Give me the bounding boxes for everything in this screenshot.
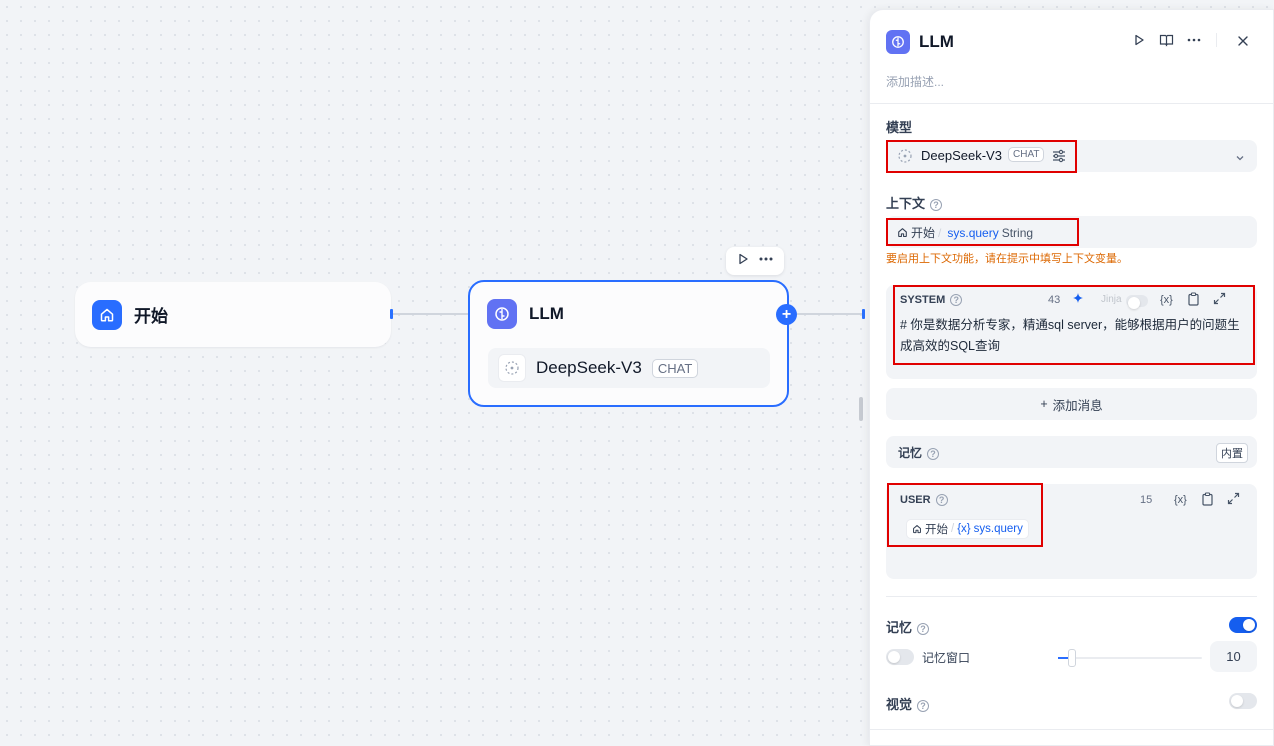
more-icon[interactable] xyxy=(758,252,774,271)
slider-handle[interactable] xyxy=(1068,649,1076,667)
user-token-count: 15 xyxy=(1140,494,1153,506)
memory-window-input[interactable]: 10 xyxy=(1210,641,1257,672)
node-toolbar xyxy=(726,247,784,275)
add-next-node-button[interactable]: + xyxy=(776,304,797,325)
edge-start-llm xyxy=(393,313,469,315)
model-provider-icon xyxy=(498,354,526,382)
llm-node-mode-badge: CHAT xyxy=(651,358,699,378)
context-warning: 要启用上下文功能，请在提示中填写上下文变量。 xyxy=(886,253,1128,265)
add-message-label: 添加消息 xyxy=(1052,398,1103,413)
highlight-model xyxy=(886,140,1077,173)
edge-llm-next xyxy=(797,313,863,315)
llm-node[interactable]: LLM DeepSeek-V3 CHAT xyxy=(468,280,789,407)
start-node-title: 开始 xyxy=(134,307,168,326)
run-step-icon[interactable] xyxy=(1132,33,1146,52)
description-input[interactable]: 添加描述... xyxy=(886,73,944,90)
panel-title[interactable]: LLM xyxy=(919,32,954,52)
highlight-user xyxy=(887,483,1043,547)
node-config-panel: LLM 添加描述... 模型 DeepSeek-V3 CHAT 上下文? 开始 … xyxy=(869,9,1274,746)
panel-llm-icon xyxy=(886,30,910,54)
next-node-input-handle[interactable] xyxy=(862,309,865,319)
plus-icon: + xyxy=(1040,397,1048,411)
insert-variable-icon[interactable]: {x} xyxy=(1174,494,1187,506)
llm-brain-icon xyxy=(487,299,517,329)
memory-label: 记忆? xyxy=(886,617,930,636)
highlight-context xyxy=(886,218,1079,246)
help-icon[interactable]: ? xyxy=(927,447,940,460)
memory-window-label: 记忆窗口 xyxy=(922,651,971,665)
close-icon[interactable] xyxy=(1237,34,1249,52)
header-divider xyxy=(1216,33,1217,47)
memory-builtin-badge: 内置 xyxy=(1216,443,1248,463)
context-section-label: 上下文? xyxy=(886,193,943,212)
llm-node-title: LLM xyxy=(529,304,564,323)
expand-icon[interactable] xyxy=(1227,492,1240,510)
clipboard-icon[interactable] xyxy=(1201,492,1214,511)
help-icon[interactable]: ? xyxy=(917,622,930,635)
vision-toggle[interactable] xyxy=(1229,693,1257,709)
start-node[interactable]: 开始 xyxy=(75,282,391,347)
memory-window-slider[interactable] xyxy=(1058,649,1202,667)
more-options-icon[interactable] xyxy=(1186,33,1202,52)
memory-window-toggle[interactable] xyxy=(886,649,914,665)
memory-divider xyxy=(886,596,1257,597)
memory-builtin-row: 记忆? 内置 xyxy=(886,436,1257,468)
llm-node-model: DeepSeek-V3 CHAT xyxy=(488,348,770,388)
help-icon[interactable]: ? xyxy=(917,699,930,712)
add-message-button[interactable]: + 添加消息 xyxy=(886,388,1257,420)
home-icon xyxy=(92,299,122,330)
book-help-icon[interactable] xyxy=(1159,33,1174,52)
panel-bottom-divider xyxy=(870,729,1274,730)
chevron-down-icon xyxy=(1235,150,1245,168)
model-section-label: 模型 xyxy=(886,120,913,135)
llm-node-model-name: DeepSeek-V3 xyxy=(536,358,642,377)
vision-label: 视觉? xyxy=(886,694,930,713)
run-node-icon[interactable] xyxy=(736,252,750,271)
memory-inline-label: 记忆? xyxy=(898,444,940,461)
header-bottom-divider xyxy=(870,103,1274,104)
highlight-system xyxy=(893,285,1255,365)
canvas-scroll-thumb[interactable] xyxy=(859,397,863,421)
help-icon[interactable]: ? xyxy=(930,198,943,211)
memory-toggle[interactable] xyxy=(1229,617,1257,633)
